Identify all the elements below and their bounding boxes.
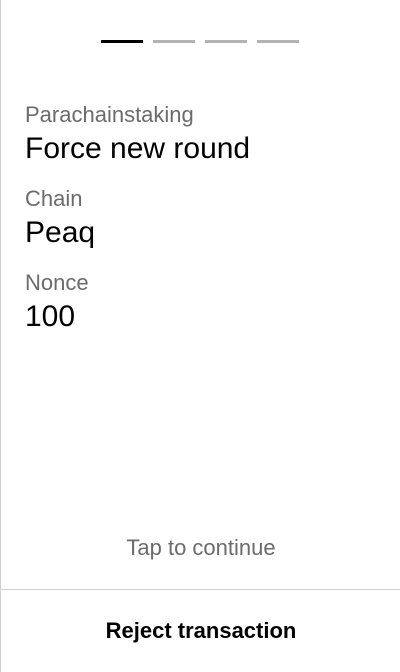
review-screen[interactable]: Parachainstaking Force new round Chain P…	[0, 0, 400, 672]
chain-label: Chain	[25, 186, 83, 211]
method-name: Force new round	[25, 132, 251, 165]
progress-step-4	[257, 40, 299, 43]
tap-to-continue-hint[interactable]: Tap to continue	[1, 533, 400, 563]
nonce-label: Nonce	[25, 270, 89, 295]
progress-step-1-active	[101, 40, 143, 43]
transaction-details: Parachainstaking Force new round Chain P…	[25, 100, 376, 336]
progress-step-2	[153, 40, 195, 43]
pallet-label: Parachainstaking	[25, 102, 194, 127]
chain-value: Peaq	[25, 216, 96, 249]
progress-step-3	[205, 40, 247, 43]
nonce-value: 100	[25, 300, 76, 333]
reject-transaction-button[interactable]: Reject transaction	[1, 590, 400, 672]
step-progress-indicator	[101, 40, 299, 43]
